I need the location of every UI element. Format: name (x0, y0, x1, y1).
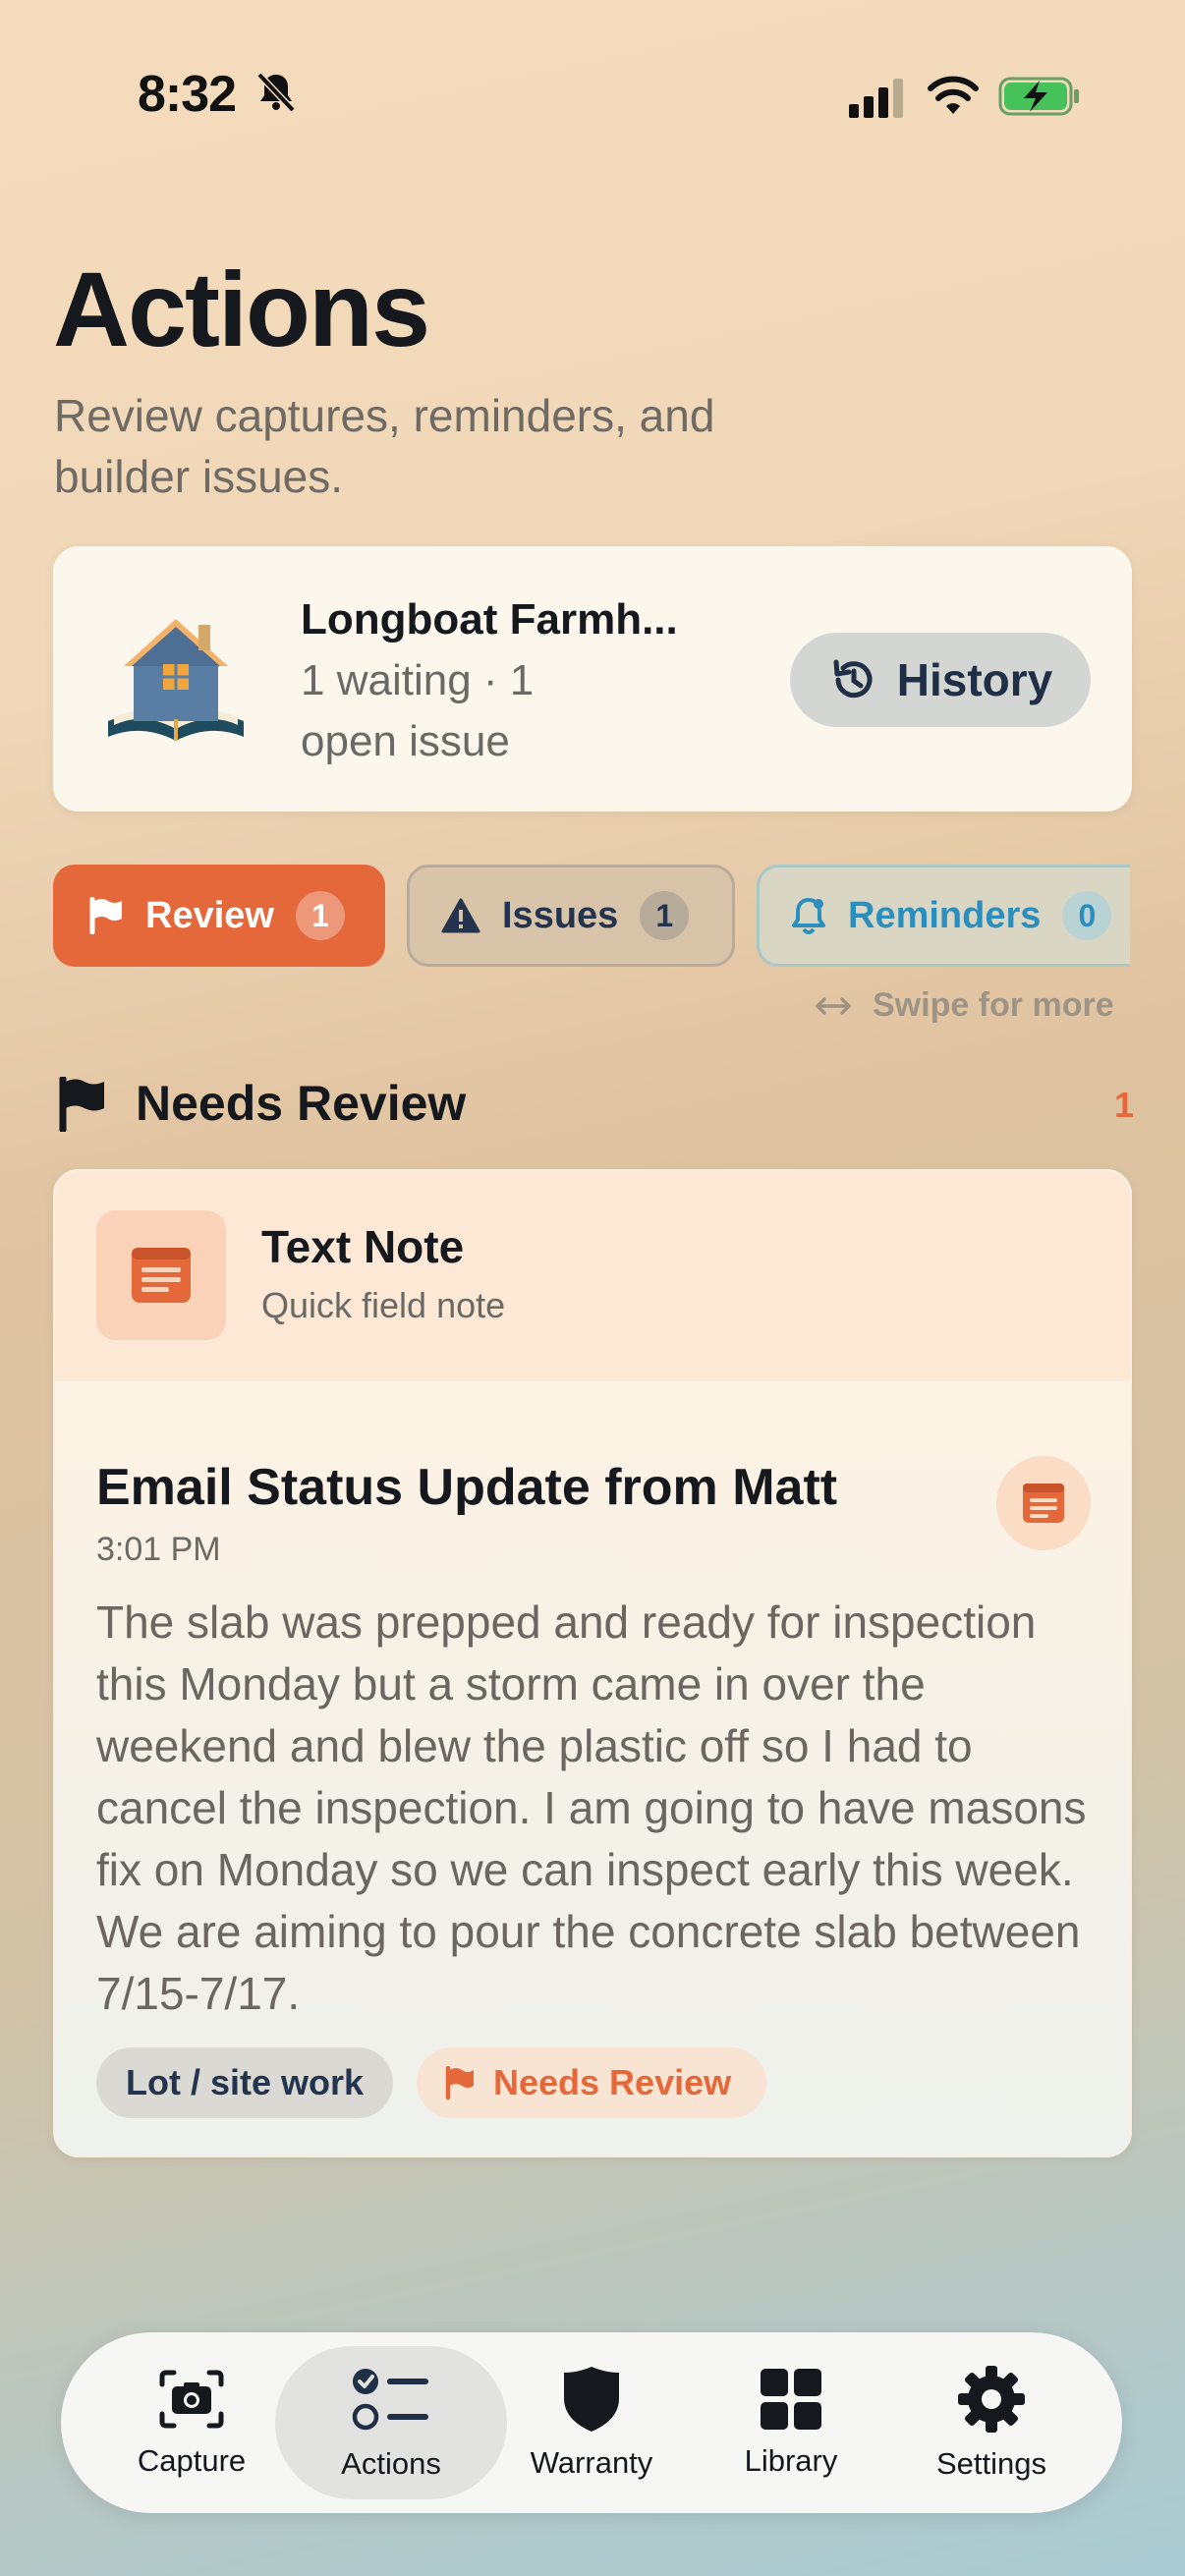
bell-slash-icon (256, 72, 296, 113)
nav-library-label: Library (744, 2443, 838, 2478)
history-icon (833, 659, 873, 699)
note-type-icon-box (96, 1210, 226, 1340)
note-card[interactable]: Text Note Quick field note Email Status … (53, 1169, 1132, 2157)
nav-settings-label: Settings (935, 2446, 1046, 2481)
history-button[interactable]: History (790, 633, 1091, 727)
note-type-label: Text Note (261, 1221, 465, 1272)
swipe-arrows-icon (816, 996, 851, 1015)
tab-issues-label: Issues (502, 894, 619, 936)
section-title: Needs Review (136, 1076, 467, 1131)
camera-icon (159, 2370, 224, 2429)
battery-charging-icon (998, 77, 1079, 116)
note-title: Email Status Update from Matt (96, 1459, 838, 1516)
nav-capture-label: Capture (137, 2443, 247, 2478)
gear-icon (958, 2366, 1025, 2433)
project-name: Longboat Farmh... (301, 595, 678, 644)
status-chip[interactable]: Needs Review (417, 2047, 766, 2118)
bottom-nav: Capture Actions Warranty Library Setting… (61, 2332, 1122, 2513)
bell-icon (791, 896, 826, 935)
status-chip-label: Needs Review (493, 2062, 732, 2102)
history-label: History (896, 654, 1053, 705)
warning-icon (441, 898, 480, 933)
note-body-text: The slab was prepped and ready for inspe… (96, 1596, 1087, 2019)
note-timestamp: 3:01 PM (96, 1531, 221, 1568)
cellular-signal-icon (849, 79, 903, 118)
grid-icon (761, 2369, 821, 2430)
tab-reminders-count: 0 (1062, 891, 1112, 940)
nav-library[interactable]: Library (688, 2332, 894, 2513)
text-note-icon (1023, 1484, 1064, 1523)
nav-settings[interactable]: Settings (888, 2332, 1095, 2513)
project-card[interactable]: Longboat Farmh... 1 waiting · 1 open iss… (53, 546, 1132, 812)
nav-warranty[interactable]: Warranty (488, 2332, 695, 2513)
tab-review-count: 1 (295, 891, 345, 940)
category-chip[interactable]: Lot / site work (96, 2047, 393, 2118)
project-meta: 1 waiting · 1 open issue (301, 656, 535, 765)
note-type-subtitle: Quick field note (261, 1285, 506, 1325)
checklist-icon (352, 2369, 428, 2431)
tab-reminders-label: Reminders (848, 894, 1042, 936)
flag-icon (445, 2066, 474, 2100)
nav-actions[interactable]: Actions (288, 2332, 494, 2513)
nav-capture[interactable]: Capture (88, 2332, 295, 2513)
tab-reminders[interactable]: Reminders 0 (757, 865, 1130, 967)
page-subtitle: Review captures, reminders, and builder … (54, 390, 715, 502)
nav-warranty-label: Warranty (530, 2445, 653, 2480)
note-type-badge (996, 1456, 1091, 1550)
shield-icon (564, 2367, 619, 2432)
tab-issues[interactable]: Issues 1 (407, 865, 735, 967)
nav-actions-label: Actions (341, 2446, 441, 2481)
flag-icon (88, 897, 124, 934)
text-note-icon (132, 1248, 191, 1303)
flag-icon (59, 1077, 104, 1132)
section-count: 1 (1114, 1085, 1135, 1125)
tab-review[interactable]: Review 1 (53, 865, 385, 967)
swipe-hint-label: Swipe for more (873, 986, 1114, 1024)
page-title: Actions (53, 250, 430, 368)
tab-review-label: Review (145, 894, 274, 936)
tab-issues-count: 1 (640, 891, 690, 940)
wifi-icon (928, 76, 979, 114)
house-book-icon (108, 619, 244, 741)
status-time: 8:32 (138, 66, 237, 123)
swipe-hint: Swipe for more (814, 986, 1114, 1025)
